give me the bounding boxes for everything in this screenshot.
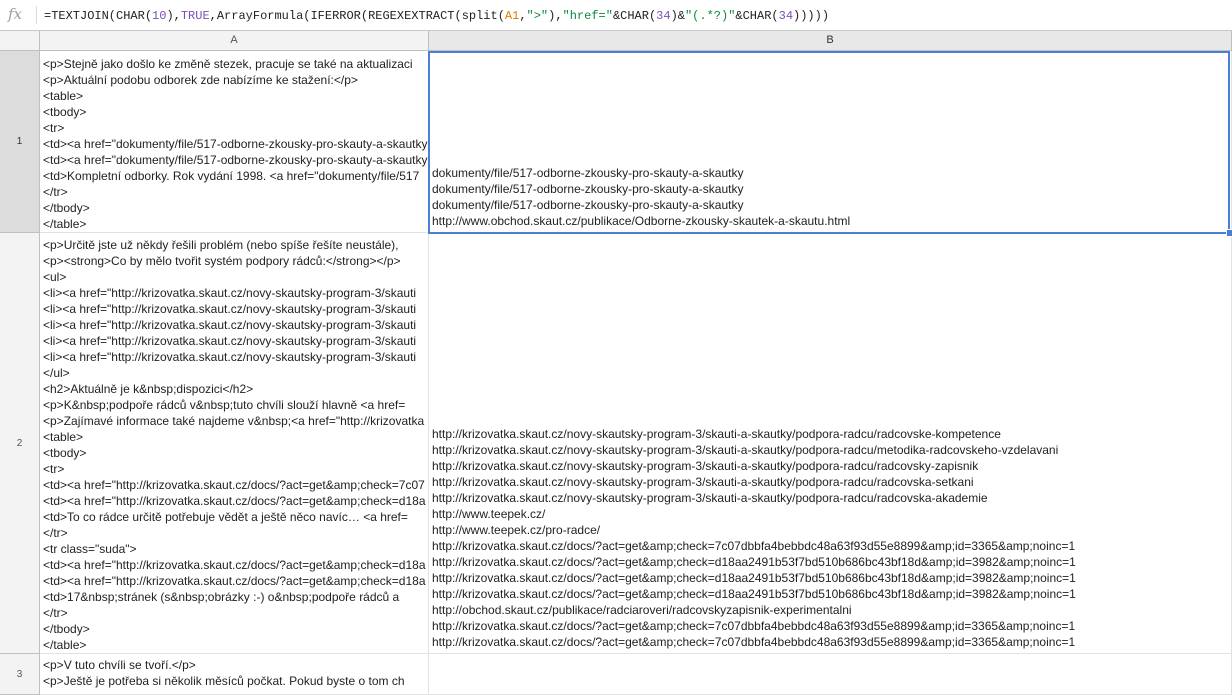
cell-text-line: http://krizovatka.skaut.cz/docs/?act=get… [432, 635, 1076, 649]
cell-text-line: http://krizovatka.skaut.cz/novy-skautsky… [432, 427, 1001, 441]
cell-a2[interactable]: <p>Určitě jste už někdy řešili problém (… [40, 233, 429, 654]
cell-text-line: dokumenty/file/517-odborne-zkousky-pro-s… [432, 166, 744, 180]
cell-text-line: </table> [43, 217, 87, 231]
cell-text-line: <td>Kompletní odborky. Rok vydání 1998. … [43, 169, 420, 183]
cell-text-line: http://krizovatka.skaut.cz/docs/?act=get… [432, 555, 1076, 569]
cell-a3[interactable]: <p>V tuto chvíli se tvoří.</p> <p>Ještě j… [40, 654, 429, 695]
cell-text-line: http://krizovatka.skaut.cz/novy-skautsky… [432, 443, 1059, 457]
cell-text-line: <tr> [43, 462, 65, 476]
formula-token: , [519, 9, 527, 23]
cell-text-line: <li><a href="http://krizovatka.skaut.cz/… [43, 302, 417, 316]
cell-text-line: http://obchod.skaut.cz/publikace/radciar… [432, 603, 852, 617]
row-header-1[interactable]: 1 [0, 51, 40, 233]
column-header-b[interactable]: B [429, 31, 1232, 51]
cell-b1[interactable]: dokumenty/file/517-odborne-zkousky-pro-s… [429, 51, 1232, 233]
cell-text-line: http://krizovatka.skaut.cz/novy-skautsky… [432, 491, 988, 505]
formula-token: )& [670, 9, 685, 23]
formula-token: "href=" [562, 9, 613, 23]
cell-text-line: http://krizovatka.skaut.cz/novy-skautsky… [432, 459, 979, 473]
function-icon: fx [8, 5, 23, 23]
formula-token: &CHAR( [735, 9, 779, 23]
cell-text-line: <td>To co rádce určitě potřebuje vědět a… [43, 510, 408, 524]
cell-b3[interactable] [429, 654, 1232, 695]
cell-text-line: </ul> [43, 366, 70, 380]
cell-text-line: <h2>Aktuálně je k&nbsp;dispozici</h2> [43, 382, 254, 396]
cell-text-line: <tbody> [43, 446, 87, 460]
row-header-2[interactable]: 2 [0, 233, 40, 654]
formula-token: &CHAR( [612, 9, 657, 23]
cell-text-line: <p>V tuto chvíli se tvoří.</p> [43, 658, 196, 672]
cell-text-line: http://krizovatka.skaut.cz/docs/?act=get… [432, 539, 1076, 553]
cell-text-line: <li><a href="http://krizovatka.skaut.cz/… [43, 350, 417, 364]
formula-token: ))))) [793, 9, 830, 23]
select-all-corner[interactable] [0, 31, 40, 51]
cell-text-line: http://krizovatka.skaut.cz/docs/?act=get… [432, 571, 1076, 585]
formula-token: 34 [656, 9, 671, 23]
formula-token: ,ArrayFormula(IFERROR(REGEXEXTRACT(split… [209, 9, 505, 23]
row-header-3[interactable]: 3 [0, 654, 40, 695]
formula-token: "(.*?)" [684, 9, 736, 23]
cell-text-line: </tbody> [43, 622, 90, 636]
cell-text-line: </table> [43, 638, 87, 652]
cell-text-line: <tbody> [43, 105, 87, 119]
cell-text-line: <li><a href="http://krizovatka.skaut.cz/… [43, 334, 417, 348]
cell-text-line: <table> [43, 89, 84, 103]
formula-token: A1 [504, 9, 520, 23]
cell-text-line: <td><a href="http://krizovatka.skaut.cz/… [43, 574, 426, 588]
cell-b2[interactable]: http://krizovatka.skaut.cz/novy-skautsky… [429, 233, 1232, 654]
column-header-a[interactable]: A [40, 31, 429, 51]
cell-text-line: <p>Ještě je potřeba si několik měsíců po… [43, 674, 405, 688]
cell-text-line: http://krizovatka.skaut.cz/docs/?act=get… [432, 619, 1076, 633]
cell-text-line: <p>Určitě jste už někdy řešili problém (… [43, 238, 399, 252]
cell-text-line: http://krizovatka.skaut.cz/docs/?act=get… [432, 587, 1076, 601]
cell-text-line: <p>Zajímavé informace také najdeme v&nbs… [43, 414, 425, 428]
formula-bar-divider [36, 6, 37, 24]
cell-text-line: dokumenty/file/517-odborne-zkousky-pro-s… [432, 182, 744, 196]
cell-text-line: <td>17&nbsp;stránek (s&nbsp;obrázky :-) … [43, 590, 400, 604]
formula-input[interactable]: =TEXTJOIN(CHAR(10),TRUE,ArrayFormula(IFE… [44, 9, 829, 23]
cell-text-line: <ul> [43, 270, 67, 284]
cell-text-line: <li><a href="http://krizovatka.skaut.cz/… [43, 286, 417, 300]
cell-text-line: http://krizovatka.skaut.cz/novy-skautsky… [432, 475, 974, 489]
fill-handle[interactable] [1226, 229, 1232, 237]
cell-a1[interactable]: <p>Stejně jako došlo ke změně stezek, pr… [40, 51, 429, 233]
cell-text-line: <td><a href="http://krizovatka.skaut.cz/… [43, 558, 426, 572]
formula-token: ">" [526, 9, 549, 23]
cell-text-line: <p>K&nbsp;podpoře rádců v&nbsp;tuto chví… [43, 398, 406, 412]
cell-text-line: </tr> [43, 526, 68, 540]
cell-text-line: <li><a href="http://krizovatka.skaut.cz/… [43, 318, 417, 332]
cell-text-line: <td><a href="http://krizovatka.skaut.cz/… [43, 478, 425, 492]
formula-token: 10 [152, 9, 167, 23]
cell-text-line: <p>Aktuální podobu odborek zde nabízíme … [43, 73, 358, 87]
formula-token: ), [548, 9, 563, 23]
cell-text-line: <td><a href="dokumenty/file/517-odborne-… [43, 137, 428, 151]
cell-text-line: <tr> [43, 121, 65, 135]
cell-text-line: http://www.teepek.cz/ [432, 507, 546, 521]
formula-bar: fx =TEXTJOIN(CHAR(10),TRUE,ArrayFormula(… [0, 0, 1232, 31]
cell-text-line: <tr class="suda"> [43, 542, 137, 556]
cell-text-line: <td><a href="http://krizovatka.skaut.cz/… [43, 494, 426, 508]
cell-text-line: </tr> [43, 185, 68, 199]
cell-text-line: http://www.teepek.cz/pro-radce/ [432, 523, 601, 537]
spreadsheet-grid: A B 1 <p>Stejně jako došlo ke změně stez… [0, 31, 1232, 695]
cell-text-line: <p>Stejně jako došlo ke změně stezek, pr… [43, 57, 413, 71]
formula-token: ), [166, 9, 181, 23]
cell-text-line: <p><strong>Co by mělo tvořit systém podp… [43, 254, 401, 268]
cell-text-line: </tbody> [43, 201, 90, 215]
formula-token: =TEXTJOIN(CHAR( [44, 9, 153, 23]
cell-text-line: </tr> [43, 606, 68, 620]
cell-text-line: http://www.obchod.skaut.cz/publikace/Odb… [432, 214, 851, 228]
formula-token: 34 [778, 9, 794, 23]
formula-token: TRUE [180, 9, 210, 23]
cell-text-line: <table> [43, 430, 84, 444]
cell-text-line: <td><a href="dokumenty/file/517-odborne-… [43, 153, 428, 167]
cell-text-line: dokumenty/file/517-odborne-zkousky-pro-s… [432, 198, 744, 212]
